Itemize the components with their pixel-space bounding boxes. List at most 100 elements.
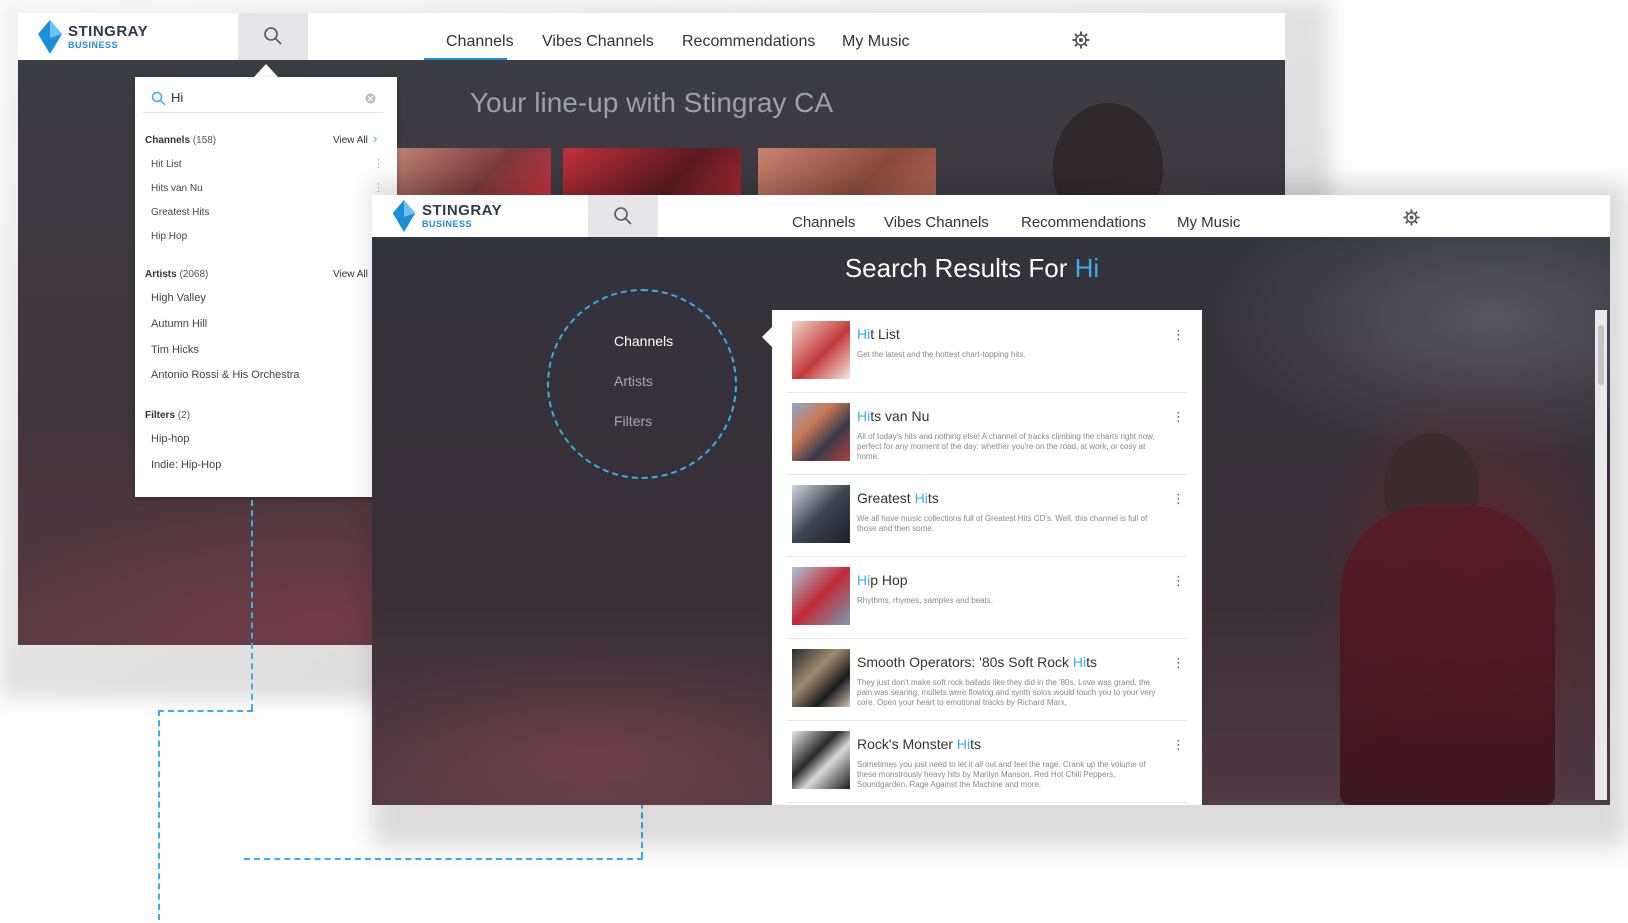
artists-section-label: Artists bbox=[145, 269, 177, 280]
channel-thumbnail[interactable] bbox=[792, 731, 850, 789]
channels-count: (158) bbox=[192, 135, 217, 146]
stingray-logo[interactable]: STINGRAY BUSINESS bbox=[18, 13, 238, 60]
nav-recommendations[interactable]: Recommendations bbox=[1021, 214, 1146, 231]
logo-subtext: BUSINESS bbox=[68, 39, 119, 50]
gear-icon[interactable] bbox=[1072, 31, 1090, 49]
result-row[interactable]: Smooth Operators: '80s Soft Rock Hits Th… bbox=[787, 638, 1187, 721]
result-row[interactable]: Hip Hop Rhythms, rhymes, samples and bea… bbox=[787, 556, 1187, 639]
nav-my-music[interactable]: My Music bbox=[1177, 214, 1240, 231]
dropdown-channel-item[interactable]: Hit List bbox=[151, 159, 182, 170]
result-description: Get the latest and the hottest chart-top… bbox=[857, 350, 1026, 359]
nav-vibes-channels[interactable]: Vibes Channels bbox=[542, 33, 654, 51]
channel-thumbnail[interactable] bbox=[792, 321, 850, 379]
dropdown-caret bbox=[254, 64, 278, 77]
more-vertical-icon[interactable]: ⋮ bbox=[1172, 409, 1185, 425]
search-tab[interactable] bbox=[588, 195, 658, 237]
search-icon bbox=[151, 91, 166, 106]
search-tab[interactable] bbox=[238, 13, 308, 60]
category-artists[interactable]: Artists bbox=[614, 373, 653, 389]
stingray-logo-icon bbox=[392, 200, 416, 232]
dropdown-filter-item[interactable]: Hip-hop bbox=[151, 433, 190, 445]
result-title[interactable]: Hit List bbox=[857, 326, 900, 342]
category-channels[interactable]: Channels bbox=[614, 333, 673, 349]
result-title[interactable]: Rock's Monster Hits bbox=[857, 736, 981, 752]
artists-count: (2068) bbox=[179, 269, 209, 280]
filters-count: (2) bbox=[177, 410, 191, 421]
search-icon bbox=[264, 27, 282, 45]
result-row[interactable]: Rock's Monster Hits Sometimes you just n… bbox=[787, 720, 1187, 803]
search-results-prefix: Search Results For bbox=[844, 253, 1075, 283]
result-description: All of today's hits and nothing else! A … bbox=[857, 432, 1155, 461]
filters-section-header: Filters (2) bbox=[145, 410, 190, 421]
result-title[interactable]: Hip Hop bbox=[857, 572, 908, 588]
search-results-title: Search Results For Hi bbox=[772, 253, 1172, 284]
more-vertical-icon[interactable]: ⋮ bbox=[1172, 491, 1185, 507]
nav-channels[interactable]: Channels bbox=[446, 33, 514, 51]
filters-section-label: Filters bbox=[145, 410, 176, 421]
channel-thumbnail[interactable] bbox=[792, 567, 850, 625]
connector-line bbox=[158, 710, 160, 920]
result-description: Sometimes you just need to let it all ou… bbox=[857, 760, 1146, 789]
more-vertical-icon[interactable]: ⋮ bbox=[1172, 655, 1185, 671]
more-vertical-icon[interactable]: ⋮ bbox=[1172, 573, 1185, 589]
channels-view-all-link[interactable]: View All bbox=[333, 135, 368, 146]
scene-silhouette bbox=[1340, 505, 1555, 805]
results-panel: Hit List Get the latest and the hottest … bbox=[772, 310, 1202, 805]
dropdown-channel-item[interactable]: Greatest Hits bbox=[151, 207, 209, 218]
logo-subtext: BUSINESS bbox=[422, 219, 473, 229]
gear-icon[interactable] bbox=[1403, 209, 1420, 226]
connector-line bbox=[244, 858, 643, 860]
clear-icon[interactable] bbox=[365, 93, 376, 104]
search-icon bbox=[614, 207, 632, 225]
logo-text: STINGRAY bbox=[422, 202, 503, 219]
result-description: Rhythms, rhymes, samples and beats. bbox=[857, 596, 994, 605]
search-results-query: Hi bbox=[1074, 253, 1100, 283]
dropdown-artist-item[interactable]: Tim Hicks bbox=[151, 344, 199, 356]
dropdown-artist-item[interactable]: Antonio Rossi & His Orchestra bbox=[151, 369, 300, 381]
result-title[interactable]: Greatest Hits bbox=[857, 490, 939, 506]
search-dropdown: Channels (158) View All › Hit List ⋮ Hit… bbox=[135, 77, 397, 497]
dropdown-artist-item[interactable]: High Valley bbox=[151, 292, 206, 304]
dropdown-filter-item[interactable]: Indie: Hip-Hop bbox=[151, 459, 221, 471]
dropdown-search-box bbox=[143, 85, 383, 113]
logo-text: STINGRAY bbox=[68, 22, 149, 40]
dropdown-artist-item[interactable]: Autumn Hill bbox=[151, 318, 207, 330]
category-filters[interactable]: Filters bbox=[614, 413, 652, 429]
connector-line bbox=[251, 500, 253, 710]
search-results-window: STINGRAY BUSINESS Channels Vibes Channel… bbox=[372, 195, 1610, 805]
search-input[interactable] bbox=[169, 89, 353, 106]
result-row[interactable]: Hit List Get the latest and the hottest … bbox=[787, 310, 1187, 393]
nav-channels[interactable]: Channels bbox=[792, 214, 855, 231]
dropdown-channel-item[interactable]: Hip Hop bbox=[151, 231, 187, 242]
chevron-right-icon[interactable]: › bbox=[373, 131, 377, 146]
nav-active-indicator bbox=[424, 58, 507, 60]
artists-section-header: Artists (2068) bbox=[145, 269, 208, 280]
result-description: We all have music collections full of Gr… bbox=[857, 514, 1148, 533]
channel-thumbnail[interactable] bbox=[792, 485, 850, 543]
scrollbar[interactable] bbox=[1595, 310, 1607, 800]
nav-recommendations[interactable]: Recommendations bbox=[682, 33, 815, 51]
more-vertical-icon[interactable]: ⋮ bbox=[1172, 737, 1185, 753]
stingray-logo[interactable]: STINGRAY BUSINESS bbox=[372, 195, 592, 237]
connector-line bbox=[158, 710, 253, 712]
artists-view-all-link[interactable]: View All bbox=[333, 269, 368, 280]
top-nav-bar: STINGRAY BUSINESS Channels Vibes Channel… bbox=[372, 195, 1610, 237]
result-row[interactable]: Hits van Nu All of today's hits and noth… bbox=[787, 392, 1187, 475]
channels-section-label: Channels bbox=[145, 135, 191, 146]
result-description: They just don't make soft rock ballads l… bbox=[857, 678, 1156, 707]
result-title[interactable]: Hits van Nu bbox=[857, 408, 929, 424]
result-row[interactable]: Greatest Hits We all have music collecti… bbox=[787, 474, 1187, 557]
more-vertical-icon[interactable]: ⋮ bbox=[1172, 327, 1185, 343]
panel-caret bbox=[762, 327, 772, 347]
channel-thumbnail[interactable] bbox=[792, 403, 850, 461]
dropdown-channel-item[interactable]: Hits van Nu bbox=[151, 183, 203, 194]
top-nav-bar: STINGRAY BUSINESS Channels Vibes Channel… bbox=[18, 13, 1285, 60]
nav-my-music[interactable]: My Music bbox=[842, 33, 910, 51]
channels-section-header: Channels (158) bbox=[145, 135, 216, 146]
nav-vibes-channels[interactable]: Vibes Channels bbox=[884, 214, 989, 231]
more-vertical-icon[interactable]: ⋮ bbox=[373, 157, 384, 170]
result-title[interactable]: Smooth Operators: '80s Soft Rock Hits bbox=[857, 654, 1097, 670]
channel-thumbnail[interactable] bbox=[792, 649, 850, 707]
stingray-logo-icon bbox=[38, 19, 62, 54]
scrollbar-thumb[interactable] bbox=[1598, 325, 1604, 385]
